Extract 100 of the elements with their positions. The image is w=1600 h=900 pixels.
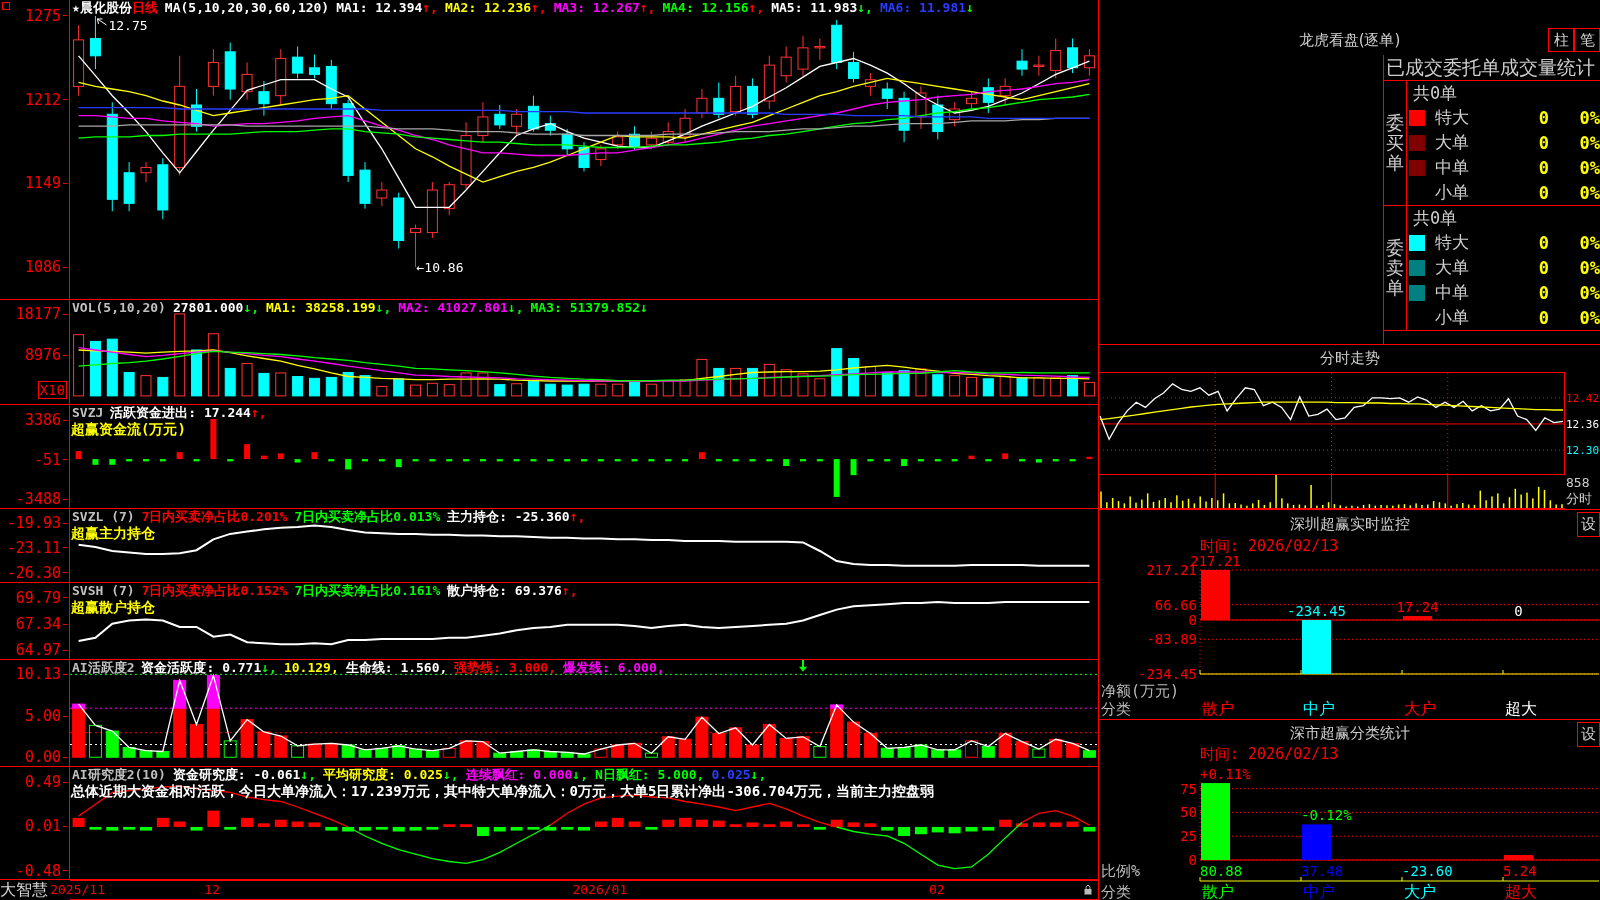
fund-flow-bar	[833, 459, 840, 497]
order-size-label: 大单	[1435, 131, 1469, 154]
price-marker-label: 12.75	[108, 17, 148, 33]
fund-flow-bar	[631, 459, 638, 462]
research-bar	[797, 824, 809, 827]
candlestick	[308, 54, 320, 79]
order-total: 共0单	[1413, 82, 1458, 105]
fund-flow-bar	[378, 459, 385, 462]
fund-flow-bar	[715, 459, 722, 462]
panel-title: 龙虎看盘(逐单)	[1298, 31, 1401, 50]
price-marker-label: ←10.86	[416, 260, 464, 276]
fund-flow-bar	[109, 459, 116, 465]
research-bar	[274, 819, 287, 827]
research-bar	[864, 823, 877, 827]
date-label: 2025/11	[50, 881, 105, 899]
indicator-label: 资金活跃度: 0.771	[141, 661, 262, 674]
volume-bar	[1050, 377, 1062, 397]
candlestick	[645, 131, 657, 150]
volume-bar	[157, 376, 169, 397]
research-bar	[375, 826, 388, 830]
fund-flow-bar	[985, 459, 992, 462]
volume-bar	[191, 349, 203, 397]
category-label: 超大	[1505, 699, 1537, 718]
research-bar	[1049, 822, 1062, 827]
research-bar	[948, 826, 961, 834]
indicator-label: MA(5,10,20,30,60,120)	[164, 1, 330, 14]
category-label: 大户	[1404, 699, 1436, 718]
settings-button[interactable]: 设	[1577, 512, 1600, 537]
candlestick	[746, 77, 758, 119]
research-bar	[847, 822, 860, 827]
research-bar	[257, 823, 270, 827]
candlestick	[848, 51, 860, 83]
order-share: 0%	[1579, 132, 1600, 153]
research-bar	[89, 826, 102, 830]
order-size-label: 中单	[1435, 281, 1469, 304]
volume-bar	[73, 334, 85, 397]
change-label: -0.12%	[1301, 807, 1352, 824]
order-count: 0	[1538, 107, 1549, 128]
research-bar	[578, 826, 590, 831]
research-bar	[628, 821, 641, 827]
research-bar	[156, 817, 169, 827]
category-label: 散户	[1202, 699, 1234, 718]
fund-flow-bar	[75, 451, 82, 460]
indicator-label: 10.129,	[283, 661, 339, 674]
research-bar	[123, 826, 136, 830]
volume-bar	[696, 358, 708, 397]
axis-tick-label: 12.36	[1566, 417, 1600, 431]
candlestick	[191, 88, 203, 133]
trend-arrow: ↓,	[507, 301, 524, 314]
candlestick	[814, 38, 826, 61]
multiplier-badge: X10	[37, 381, 67, 399]
trend-arrow: ↓,	[572, 768, 588, 781]
fund-flow-bar	[143, 459, 149, 462]
volume-bar	[426, 382, 438, 397]
volume-bar	[915, 368, 927, 397]
fund-flow-bar	[412, 459, 419, 462]
order-count: 0	[1538, 232, 1549, 253]
fund-flow-bar	[513, 459, 520, 462]
candlestick	[679, 108, 691, 143]
group-label: 委卖单	[1386, 238, 1404, 298]
volume-bar	[1067, 375, 1079, 397]
stock-name: ★晨化股份	[72, 1, 132, 14]
date-label: 02	[928, 881, 945, 899]
candlestick	[1067, 38, 1079, 74]
fund-flow-bar	[581, 459, 587, 462]
settings-button[interactable]: 设	[1577, 722, 1600, 747]
indicator-label: 散户持仓: 69.376	[447, 584, 562, 597]
research-bar	[426, 826, 439, 830]
volume-bar	[460, 372, 472, 397]
volume-bar	[713, 367, 725, 397]
trend-arrow: ↓,	[750, 768, 767, 781]
research-bar	[224, 826, 237, 830]
mode-button[interactable]: 柱	[1548, 28, 1574, 52]
trend-arrow: ↓,	[442, 768, 459, 781]
fund-flow-bar	[277, 453, 284, 460]
candlestick	[207, 48, 219, 97]
research-bar	[611, 817, 624, 827]
research-bar	[527, 826, 540, 830]
volume-bar	[965, 376, 977, 397]
volume-bar	[595, 383, 607, 397]
indicator-label: SVSH (7)	[72, 584, 135, 597]
fund-flow-bar	[244, 444, 251, 460]
volume-bar	[629, 381, 641, 397]
group-label: 委买单	[1386, 113, 1404, 173]
research-bar	[999, 819, 1012, 827]
volume-bar	[511, 383, 523, 397]
candlestick	[494, 104, 506, 130]
mode-button[interactable]: 笔	[1574, 28, 1600, 52]
axis-tick-label: 0	[1188, 612, 1197, 628]
candlestick	[763, 55, 775, 110]
category-label: 散户	[1202, 882, 1234, 900]
order-size-label: 小单	[1435, 181, 1469, 204]
fund-flow-bar	[564, 459, 571, 462]
fund-flow-bar	[1035, 459, 1042, 463]
candlestick	[831, 19, 843, 70]
candlestick	[1016, 48, 1028, 77]
volume-bar	[679, 379, 691, 397]
axis-tick-label: -234.45	[1138, 666, 1197, 682]
volume-bar	[982, 378, 994, 397]
indicator-label: AI研究度2(10)	[72, 768, 166, 781]
